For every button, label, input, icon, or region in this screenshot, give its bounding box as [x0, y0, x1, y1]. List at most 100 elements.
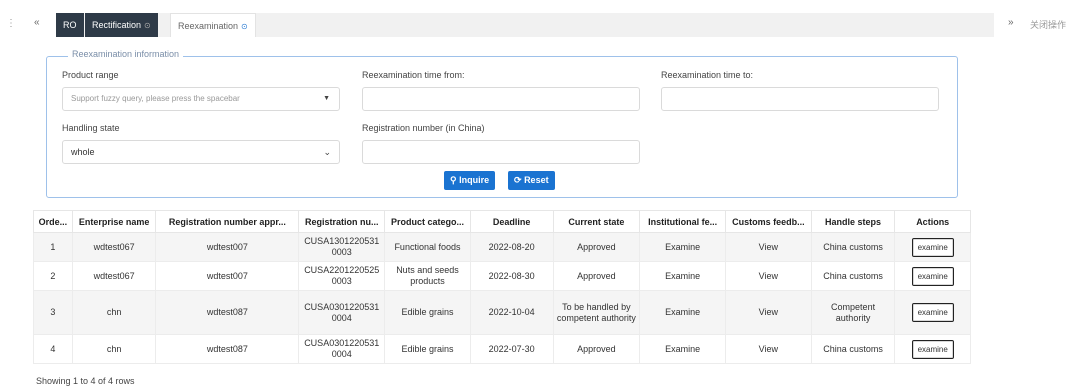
reset-button[interactable]: ⟳ Reset: [508, 171, 555, 190]
search-icon: ⚲: [450, 175, 457, 185]
cell-state: Approved: [552, 232, 641, 262]
search-panel: [46, 56, 958, 198]
refresh-icon: ⟳: [514, 175, 522, 185]
table-header-row: Orde... Enterprise name Registration num…: [33, 210, 971, 233]
cell-reg-number: CUSA0301220531 0004: [298, 290, 386, 335]
col-order-header[interactable]: Orde...: [33, 210, 73, 233]
examine-button[interactable]: examine: [911, 237, 954, 257]
tab-reexamination[interactable]: Reexamination ⊙: [170, 13, 256, 37]
cell-reg-number: CUSA2201220525 0003: [298, 261, 386, 291]
examine-button[interactable]: examine: [911, 266, 954, 286]
examine-button[interactable]: examine: [911, 339, 954, 359]
handling-state-label: Handling state: [62, 123, 120, 133]
reexam-to-input[interactable]: [661, 87, 939, 111]
col-inst-feedback-header[interactable]: Institutional fe...: [639, 210, 726, 233]
cell-reg-number: CUSA1301220531 0003: [298, 232, 386, 262]
customs-feedback-link[interactable]: View: [724, 290, 812, 335]
handling-state-value: whole: [71, 147, 95, 157]
examine-button[interactable]: examine: [911, 303, 954, 322]
cell-actions: examine: [894, 334, 971, 364]
product-range-select[interactable]: Support fuzzy query, please press the sp…: [62, 87, 340, 111]
cell-actions: examine: [894, 290, 971, 335]
product-range-label: Product range: [62, 70, 119, 80]
table-row: 4 chn wdtest087 CUSA0301220531 0004 Edib…: [33, 334, 971, 364]
col-reg-number-header[interactable]: Registration nu...: [298, 210, 386, 233]
cell-order: 4: [33, 334, 73, 364]
cell-handle-steps: Competent authority: [810, 290, 896, 335]
cell-deadline: 2022-10-04: [469, 290, 554, 335]
reset-label: Reset: [524, 175, 549, 185]
cell-actions: examine: [894, 261, 971, 291]
inst-feedback-link[interactable]: Examine: [639, 290, 726, 335]
col-category-header[interactable]: Product catego...: [384, 210, 471, 233]
tab-rectification[interactable]: Rectification ⊙: [85, 13, 158, 37]
col-handle-steps-header[interactable]: Handle steps: [810, 210, 896, 233]
customs-feedback-link[interactable]: View: [724, 232, 812, 262]
inquire-button[interactable]: ⚲ Inquire: [444, 171, 496, 190]
cell-state: To be handled by competent authority: [552, 290, 641, 335]
close-tab-icon[interactable]: ⊙: [144, 21, 151, 30]
cell-order: 1: [33, 232, 73, 262]
cell-enterprise: chn: [71, 290, 157, 335]
scroll-left-icon[interactable]: «: [34, 17, 40, 28]
cell-actions: examine: [894, 232, 971, 262]
inst-feedback-link[interactable]: Examine: [639, 334, 726, 364]
inst-feedback-link[interactable]: Examine: [639, 232, 726, 262]
customs-feedback-link[interactable]: View: [724, 334, 812, 364]
cell-category: Functional foods: [384, 232, 471, 262]
cell-reg-number: CUSA0301220531 0004: [298, 334, 386, 364]
tab-label: Rectification: [92, 20, 142, 30]
pagination-info: Showing 1 to 4 of 4 rows: [36, 376, 135, 386]
tab-label: RO: [63, 20, 77, 30]
table-row: 3 chn wdtest087 CUSA0301220531 0004 Edib…: [33, 290, 971, 335]
col-state-header[interactable]: Current state: [552, 210, 641, 233]
customs-feedback-link[interactable]: View: [724, 261, 812, 291]
cell-deadline: 2022-07-30: [469, 334, 554, 364]
inst-feedback-link[interactable]: Examine: [639, 261, 726, 291]
dropdown-caret-icon: ▼: [323, 95, 330, 102]
cell-order: 3: [33, 290, 73, 335]
cell-reg-approval: wdtest007: [155, 261, 300, 291]
cell-category: Edible grains: [384, 290, 471, 335]
cell-enterprise: wdtest067: [71, 232, 157, 262]
table-row: 2 wdtest067 wdtest007 CUSA2201220525 000…: [33, 261, 971, 291]
results-table: Orde... Enterprise name Registration num…: [33, 210, 971, 364]
tab-label: Reexamination: [178, 21, 239, 31]
cell-enterprise: wdtest067: [71, 261, 157, 291]
cell-deadline: 2022-08-30: [469, 261, 554, 291]
cell-handle-steps: China customs: [810, 261, 896, 291]
cell-deadline: 2022-08-20: [469, 232, 554, 262]
tab-bar: ⋮ « RO Rectification ⊙ Reexamination ⊙ » 关…: [0, 0, 1068, 38]
cell-reg-approval: wdtest087: [155, 290, 300, 335]
close-operations-menu[interactable]: 关闭操作: [1030, 18, 1066, 31]
chevron-down-icon: ⌄: [323, 147, 331, 157]
cell-handle-steps: China customs: [810, 232, 896, 262]
scroll-right-icon[interactable]: »: [1008, 17, 1014, 28]
tab-ro[interactable]: RO: [56, 13, 84, 37]
more-dots-icon[interactable]: ⋮: [6, 18, 16, 29]
reexam-from-label: Reexamination time from:: [362, 70, 465, 80]
col-reg-approval-header[interactable]: Registration number appr...: [155, 210, 300, 233]
col-customs-feedback-header[interactable]: Customs feedb...: [724, 210, 812, 233]
col-enterprise-header[interactable]: Enterprise name: [71, 210, 157, 233]
registration-number-label: Registration number (in China): [362, 123, 485, 133]
cell-reg-approval: wdtest007: [155, 232, 300, 262]
search-panel-legend: Reexamination information: [68, 49, 184, 59]
col-deadline-header[interactable]: Deadline: [469, 210, 554, 233]
reexam-to-label: Reexamination time to:: [661, 70, 754, 80]
handling-state-select[interactable]: whole ⌄: [62, 140, 340, 164]
product-range-placeholder: Support fuzzy query, please press the sp…: [71, 94, 240, 103]
registration-number-input[interactable]: [362, 140, 640, 164]
cell-state: Approved: [552, 261, 641, 291]
cell-category: Nuts and seeds products: [384, 261, 471, 291]
cell-category: Edible grains: [384, 334, 471, 364]
col-actions-header: Actions: [894, 210, 971, 233]
close-tab-icon[interactable]: ⊙: [241, 22, 248, 31]
cell-order: 2: [33, 261, 73, 291]
table-row: 1 wdtest067 wdtest007 CUSA1301220531 000…: [33, 232, 971, 262]
cell-handle-steps: China customs: [810, 334, 896, 364]
reexam-from-input[interactable]: [362, 87, 640, 111]
cell-reg-approval: wdtest087: [155, 334, 300, 364]
cell-state: Approved: [552, 334, 641, 364]
cell-enterprise: chn: [71, 334, 157, 364]
